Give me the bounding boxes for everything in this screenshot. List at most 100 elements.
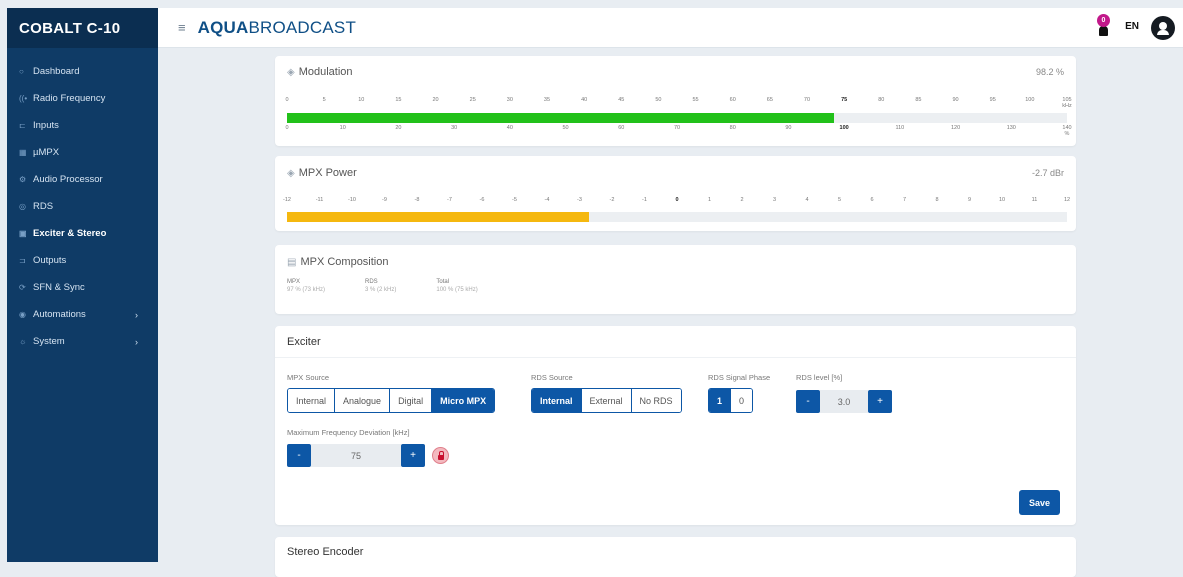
sidebar-item-sfn-sync[interactable]: ⟳ SFN & Sync (7, 274, 158, 301)
scale-tick-label: 60 (729, 97, 736, 103)
scale-tick-label: 140 % (1062, 125, 1072, 137)
sidebar-item-system[interactable]: ☼ System › (7, 328, 158, 355)
stereo-encoder-card: Stereo Encoder (275, 537, 1076, 577)
gear-icon: ⚙ (19, 175, 27, 184)
sync-icon: ⟳ (19, 283, 26, 292)
scale-tick-label: 11 (1031, 197, 1038, 203)
scale-tick-label: 100 (1025, 97, 1035, 103)
scale-tick-label: 1 (707, 197, 712, 203)
rds-phase-label: RDS Signal Phase (708, 373, 771, 382)
rds-source-option-no-rds[interactable]: No RDS (631, 389, 681, 412)
aquabroadcast-logo: AQUABROADCAST (198, 18, 356, 38)
sidebar-item-mpx[interactable]: ▦ µMPX (7, 139, 158, 166)
chevron-right-icon: › (135, 309, 138, 320)
scale-tick-label: 0 (675, 197, 679, 203)
scale-tick-label: -9 (382, 197, 387, 203)
rds-level-input[interactable]: 3.0 (820, 390, 868, 413)
max-deviation-decrement-button[interactable]: - (287, 444, 311, 467)
scale-tick-label: 110 (895, 125, 905, 131)
exciter-title: Exciter (287, 335, 321, 348)
mpx-source-option-digital[interactable]: Digital (390, 389, 433, 412)
rds-source-option-external[interactable]: External (581, 389, 632, 412)
scale-tick-label: 95 (989, 97, 996, 103)
scale-tick-label: 12 (1063, 197, 1071, 203)
arrow-icon: ◈ (287, 167, 295, 179)
broadcast-icon: ◎ (19, 202, 26, 211)
save-button[interactable]: Save (1019, 490, 1060, 515)
rds-phase-option-1[interactable]: 1 (709, 389, 732, 412)
scale-tick-label: 80 (729, 125, 736, 131)
sidebar-item-label: Audio Processor (33, 174, 103, 185)
sidebar-item-rds[interactable]: ◎ RDS (7, 193, 158, 220)
bell-icon (1099, 26, 1108, 36)
max-deviation-stepper: - 75 + (287, 444, 425, 467)
modulation-header: ◈ Modulation 98.2 % (275, 56, 1076, 88)
sidebar-item-exciter-stereo[interactable]: ▣ Exciter & Stereo (7, 220, 158, 247)
notification-bell-icon[interactable]: 0 (1097, 14, 1111, 40)
sidebar: COBALT C-10 ○ Dashboard ((• Radio Frequency… (7, 8, 158, 562)
language-selector[interactable]: EN (1125, 21, 1139, 32)
max-deviation-increment-button[interactable]: + (401, 444, 425, 467)
scale-tick-label: 130 (1006, 125, 1016, 131)
menu-icon[interactable]: ≡ (178, 20, 186, 35)
scale-tick-label: 10 (358, 97, 365, 103)
rds-level-decrement-button[interactable]: - (796, 390, 820, 413)
mpx-source-label: MPX Source (287, 373, 330, 382)
max-deviation-label: Maximum Frequency Deviation [kHz] (287, 428, 410, 437)
scale-tick-label: 20 (395, 125, 402, 131)
lock-icon[interactable] (432, 447, 449, 464)
sidebar-item-automations[interactable]: ◉ Automations › (7, 301, 158, 328)
composition-title: MPX Composition (300, 256, 389, 268)
mpx-source-option-analogue[interactable]: Analogue (335, 389, 391, 412)
scale-tick-label: -11 (315, 197, 324, 203)
mpx-power-header: ◈ MPX Power -2.7 dBr (275, 156, 1076, 190)
composition-value: 3 % (2 kHz) (365, 287, 397, 293)
sidebar-item-audio-processor[interactable]: ⚙ Audio Processor (7, 166, 158, 193)
scale-tick-label: 10 (339, 125, 346, 131)
logo-part: AQUA (197, 17, 249, 37)
rds-source-group: Internal External No RDS (531, 388, 682, 413)
scale-tick-label: 70 (673, 125, 681, 131)
sidebar-item-label: Radio Frequency (33, 93, 106, 104)
scale-tick-label: 90 (952, 97, 959, 103)
composition-label: MPX (287, 279, 301, 285)
scale-tick-label: 105 kHz (1062, 97, 1072, 109)
stereo-header: Stereo Encoder (275, 537, 1076, 567)
exciter-header: Exciter (275, 326, 1076, 358)
composition-label: RDS (365, 279, 378, 285)
mpx-source-option-micro-mpx[interactable]: Micro MPX (432, 389, 495, 412)
scale-tick-label: -6 (479, 197, 485, 203)
rds-level-increment-button[interactable]: + (868, 390, 892, 413)
chip-icon: ▦ (19, 148, 27, 157)
scale-tick-label: 4 (805, 197, 809, 203)
mpx-power-meter-fill (287, 212, 590, 222)
sidebar-item-label: Dashboard (33, 66, 80, 77)
sidebar-item-label: µMPX (33, 147, 60, 158)
rds-source-option-internal[interactable]: Internal (532, 389, 582, 412)
sidebar-item-label: Exciter & Stereo (33, 228, 107, 239)
sidebar-item-label: SFN & Sync (33, 282, 85, 293)
scale-tick-label: -3 (577, 197, 582, 203)
scale-tick-label: 7 (902, 197, 907, 203)
composition-value: 97 % (73 kHz) (287, 287, 326, 293)
max-deviation-input[interactable]: 75 (311, 444, 401, 467)
scale-tick-label: 0 (285, 125, 289, 131)
scale-tick-label: -10 (348, 197, 356, 203)
scale-tick-label: 6 (870, 197, 874, 203)
sidebar-item-inputs[interactable]: ⊏ Inputs (7, 112, 158, 139)
sidebar-item-outputs[interactable]: ⊐ Outputs (7, 247, 158, 274)
rds-phase-option-0[interactable]: 0 (731, 389, 753, 412)
signal-icon: ((• (19, 94, 28, 103)
sidebar-item-dashboard[interactable]: ○ Dashboard (7, 58, 158, 85)
mpx-source-group: Internal Analogue Digital Micro MPX (287, 388, 496, 413)
mpx-source-option-internal[interactable]: Internal (288, 389, 336, 412)
brand-logo[interactable]: COBALT C-10 (7, 8, 158, 48)
composition-header: ▤ MPX Composition (275, 245, 1076, 279)
modulation-title: Modulation (298, 66, 353, 78)
sidebar-item-radio-frequency[interactable]: ((• Radio Frequency (7, 85, 158, 112)
scale-tick-label: 70 (803, 97, 811, 103)
modulation-bottom-scale: 0 10 20 30 40 50 60 70 80 90 100 110 120 130 140 % (285, 125, 1071, 139)
user-avatar-icon[interactable] (1151, 16, 1175, 40)
scale-tick-label: 45 (618, 97, 625, 103)
mpx-composition-card: ▤ MPX Composition MPX 97 % (73 kHz) RDS 3 %… (275, 245, 1076, 314)
